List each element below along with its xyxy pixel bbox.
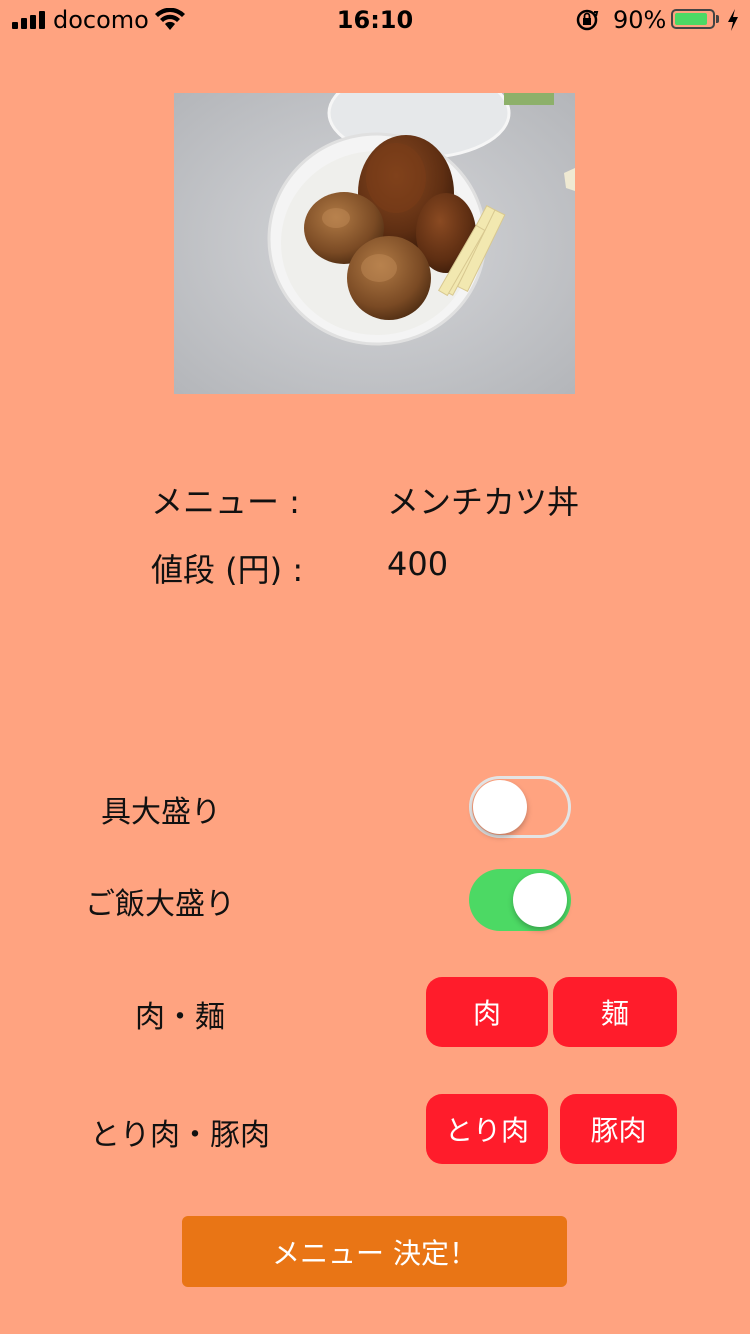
- extra-rice-switch[interactable]: [469, 869, 571, 931]
- extra-topping-label: 具大盛り: [101, 795, 221, 830]
- price-value: 400: [387, 545, 449, 583]
- charging-bolt-icon: [728, 9, 738, 31]
- switch-knob: [473, 780, 527, 834]
- battery-cap: [716, 15, 719, 23]
- battery-icon: [671, 9, 715, 29]
- battery-percent: 90%: [613, 6, 667, 34]
- orientation-lock-icon: [576, 9, 599, 31]
- extra-rice-label: ご飯大盛り: [85, 887, 235, 922]
- price-label: 値段 (円) :: [151, 551, 304, 589]
- pork-button[interactable]: 豚肉: [560, 1094, 677, 1164]
- switch-knob: [513, 873, 567, 927]
- meat-button[interactable]: 肉: [426, 977, 548, 1047]
- status-bar: docomo 16:10 90%: [0, 0, 750, 40]
- extra-topping-switch[interactable]: [469, 776, 571, 838]
- menu-value: メンチカツ丼: [387, 483, 580, 521]
- menu-label: メニュー :: [151, 483, 300, 521]
- chicken-button[interactable]: とり肉: [426, 1094, 548, 1164]
- chicken-pork-label: とり肉・豚肉: [90, 1118, 270, 1153]
- meat-noodle-label: 肉・麺: [135, 1000, 225, 1035]
- noodle-button[interactable]: 麺: [553, 977, 677, 1047]
- decide-menu-button[interactable]: メニュー 決定！: [182, 1216, 567, 1287]
- menu-photo: [174, 93, 575, 394]
